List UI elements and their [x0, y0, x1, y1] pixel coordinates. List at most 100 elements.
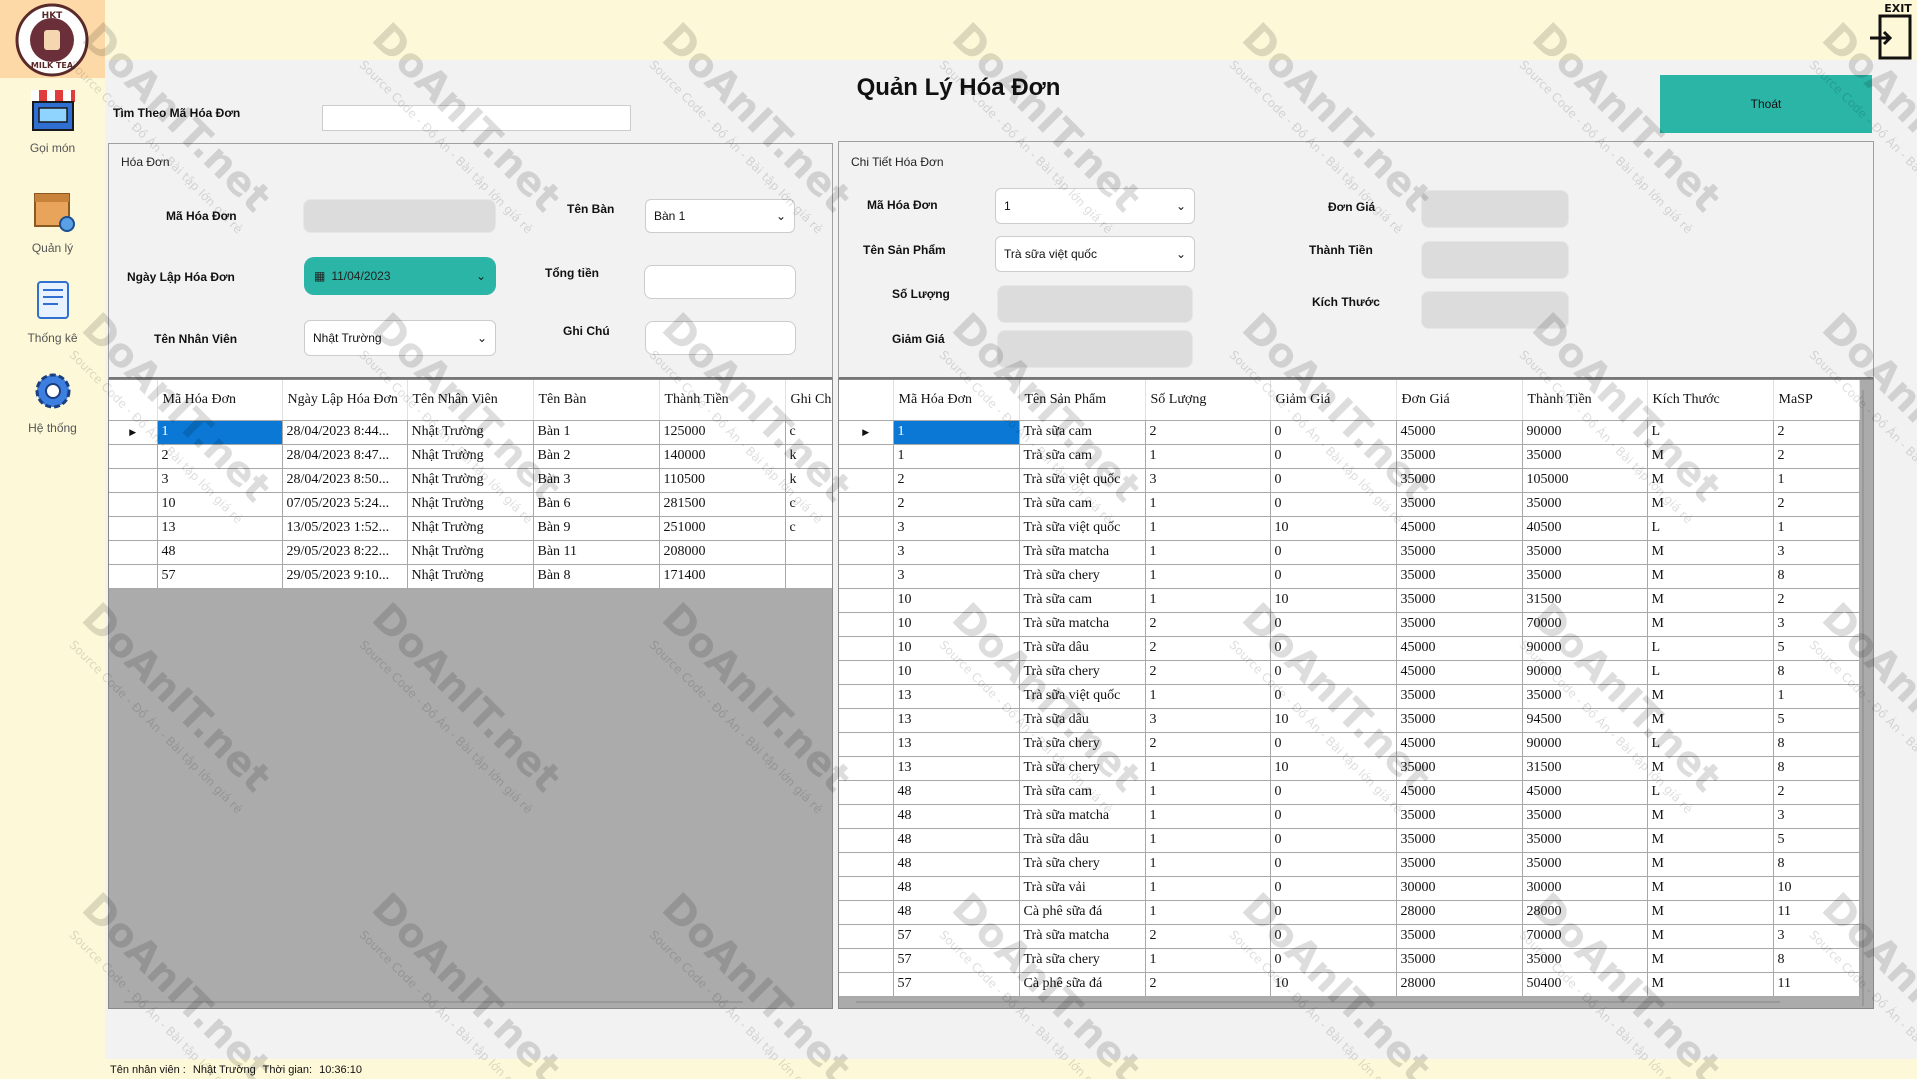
- table-cell[interactable]: 1: [1145, 780, 1271, 805]
- table-cell[interactable]: 45000: [1522, 780, 1648, 805]
- column-header[interactable]: Đơn Giá: [1396, 380, 1523, 421]
- table-cell[interactable]: 1: [893, 444, 1020, 469]
- column-header[interactable]: Tên Nhân Viên: [407, 380, 534, 421]
- table-cell[interactable]: 1: [1145, 684, 1271, 709]
- table-cell[interactable]: L: [1647, 780, 1774, 805]
- table-cell[interactable]: 171400: [659, 564, 786, 589]
- table-cell[interactable]: 3: [1145, 468, 1271, 493]
- table-cell[interactable]: L: [1647, 516, 1774, 541]
- table-cell[interactable]: 125000: [659, 420, 786, 445]
- table-row[interactable]: 57 29/05/2023 9:10... Nhật Trường Bàn 8 1714…: [109, 564, 832, 589]
- column-header[interactable]: Mã Hóa Đơn: [893, 380, 1020, 421]
- invoice-grid-scrollbar[interactable]: [124, 1001, 743, 1003]
- column-header[interactable]: Kích Thước: [1647, 380, 1774, 421]
- table-cell[interactable]: c: [785, 492, 832, 517]
- table-row[interactable]: 10 Trà sữa matcha 2 0 35000 70000 M 3: [839, 612, 1860, 637]
- table-cell[interactable]: 0: [1270, 564, 1397, 589]
- table-row[interactable]: 13 Trà sữa chery 1 10 35000 31500 M 8: [839, 756, 1860, 781]
- table-cell[interactable]: 2: [893, 492, 1020, 517]
- table-row[interactable]: ▶ 1 28/04/2023 8:44... Nhật Trường Bàn 1 1250…: [109, 420, 832, 445]
- row-header[interactable]: [839, 948, 894, 973]
- table-cell[interactable]: Nhật Trường: [407, 444, 534, 469]
- table-row[interactable]: 3 Trà sữa chery 1 0 35000 35000 M 8: [839, 564, 1860, 589]
- table-row[interactable]: 13 Trà sữa chery 2 0 45000 90000 L 8: [839, 732, 1860, 757]
- table-cell[interactable]: M: [1647, 684, 1774, 709]
- sidebar-item-system[interactable]: Hệ thống: [0, 368, 105, 435]
- row-header[interactable]: [839, 780, 894, 805]
- quantity-field[interactable]: [997, 285, 1193, 323]
- table-cell[interactable]: 35000: [1396, 564, 1523, 589]
- column-header[interactable]: MaSP: [1773, 380, 1860, 421]
- table-cell[interactable]: M: [1647, 948, 1774, 973]
- table-cell[interactable]: 1: [1145, 756, 1271, 781]
- table-cell[interactable]: 35000: [1522, 852, 1648, 877]
- table-cell[interactable]: 8: [1773, 852, 1860, 877]
- table-cell[interactable]: 0: [1270, 660, 1397, 685]
- table-cell[interactable]: 35000: [1522, 804, 1648, 829]
- table-cell[interactable]: M: [1647, 588, 1774, 613]
- row-header[interactable]: [839, 852, 894, 877]
- table-cell[interactable]: 31500: [1522, 588, 1648, 613]
- table-cell[interactable]: M: [1647, 564, 1774, 589]
- table-cell[interactable]: 2: [1145, 924, 1271, 949]
- table-cell[interactable]: Trà sữa chery: [1019, 660, 1146, 685]
- table-cell[interactable]: 29/05/2023 8:22...: [282, 540, 408, 565]
- table-row[interactable]: 3 Trà sữa matcha 1 0 35000 35000 M 3: [839, 540, 1860, 565]
- table-cell[interactable]: M: [1647, 756, 1774, 781]
- table-cell[interactable]: 90000: [1522, 660, 1648, 685]
- table-cell[interactable]: 2: [1145, 732, 1271, 757]
- table-row[interactable]: ▶ 1 Trà sữa cam 2 0 45000 90000 L 2: [839, 420, 1860, 445]
- table-row[interactable]: 57 Trà sữa chery 1 0 35000 35000 M 8: [839, 948, 1860, 973]
- row-header[interactable]: [839, 756, 894, 781]
- table-cell[interactable]: 1: [1145, 492, 1271, 517]
- table-cell[interactable]: 30000: [1522, 876, 1648, 901]
- sidebar-item-manage[interactable]: Quản lý: [0, 188, 105, 255]
- search-input[interactable]: [322, 105, 631, 131]
- table-cell[interactable]: Trà sữa việt quốc: [1019, 468, 1146, 493]
- table-cell[interactable]: 3: [1773, 540, 1860, 565]
- table-cell[interactable]: 10: [1270, 708, 1397, 733]
- row-header[interactable]: [839, 516, 894, 541]
- table-cell[interactable]: 35000: [1396, 924, 1523, 949]
- table-cell[interactable]: Trà sữa cam: [1019, 420, 1146, 445]
- table-cell[interactable]: Bàn 2: [533, 444, 660, 469]
- invoice-id-field[interactable]: [303, 199, 496, 233]
- table-cell[interactable]: 2: [1145, 636, 1271, 661]
- column-header[interactable]: Thành Tiền: [1522, 380, 1648, 421]
- table-cell[interactable]: Bàn 6: [533, 492, 660, 517]
- table-cell[interactable]: 10: [893, 660, 1020, 685]
- table-cell[interactable]: 3: [893, 516, 1020, 541]
- table-cell[interactable]: L: [1647, 732, 1774, 757]
- table-cell[interactable]: 11: [1773, 900, 1860, 925]
- table-cell[interactable]: 35000: [1522, 684, 1648, 709]
- table-cell[interactable]: 35000: [1396, 852, 1523, 877]
- line-total-field[interactable]: [1421, 241, 1569, 279]
- table-cell[interactable]: 35000: [1522, 444, 1648, 469]
- table-cell[interactable]: 45000: [1396, 660, 1523, 685]
- table-cell[interactable]: 10: [1773, 876, 1860, 901]
- column-header[interactable]: Tên Sản Phẩm: [1019, 380, 1146, 421]
- table-cell[interactable]: 35000: [1396, 828, 1523, 853]
- table-cell[interactable]: 10: [893, 588, 1020, 613]
- table-cell[interactable]: 48: [893, 780, 1020, 805]
- table-cell[interactable]: M: [1647, 972, 1774, 997]
- table-cell[interactable]: Cà phê sữa đá: [1019, 900, 1146, 925]
- row-header[interactable]: [839, 876, 894, 901]
- table-cell[interactable]: Bàn 8: [533, 564, 660, 589]
- size-field[interactable]: [1421, 291, 1569, 329]
- table-cell[interactable]: 1: [1773, 516, 1860, 541]
- table-cell[interactable]: 1: [1145, 828, 1271, 853]
- table-cell[interactable]: 2: [1773, 492, 1860, 517]
- table-cell[interactable]: M: [1647, 804, 1774, 829]
- table-cell[interactable]: 50400: [1522, 972, 1648, 997]
- table-cell[interactable]: 57: [893, 924, 1020, 949]
- table-cell[interactable]: Trà sữa chery: [1019, 852, 1146, 877]
- exit-button[interactable]: Thoát: [1660, 75, 1872, 133]
- column-header[interactable]: Ngày Lập Hóa Đơn: [282, 380, 408, 421]
- table-select[interactable]: Bàn 1 ⌄: [645, 199, 795, 233]
- table-cell[interactable]: 0: [1270, 732, 1397, 757]
- table-cell[interactable]: Trà sữa dâu: [1019, 636, 1146, 661]
- table-cell[interactable]: 105000: [1522, 468, 1648, 493]
- table-cell[interactable]: 35000: [1396, 444, 1523, 469]
- table-cell[interactable]: 0: [1270, 828, 1397, 853]
